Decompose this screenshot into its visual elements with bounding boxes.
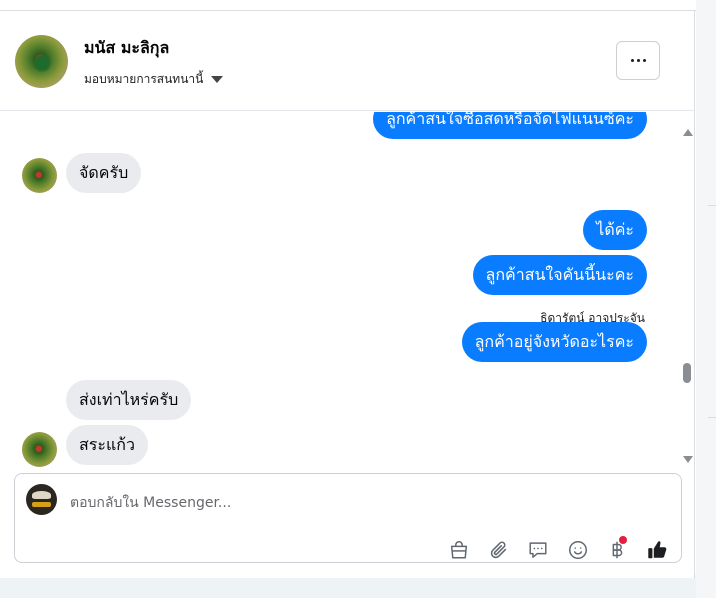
- page: มนัส มะลิกุล มอบหมายการสนทนานี้ ลูกค้าสน…: [0, 0, 716, 598]
- reply-input[interactable]: [70, 492, 630, 514]
- more-dots-icon: [642, 59, 646, 62]
- contact-avatar[interactable]: [15, 35, 68, 88]
- message-bubble-outgoing[interactable]: ลูกค้าอยู่จังหวัดอะไรคะ: [461, 322, 647, 362]
- baht-payment-icon[interactable]: [605, 536, 629, 562]
- message-bubble-outgoing[interactable]: ได้ค่ะ: [583, 210, 647, 250]
- message-thread[interactable]: ลูกค้าสนใจซื้อสดหรือจัดไฟแนนซ์คะ จัดครับ…: [0, 112, 695, 472]
- more-dots-icon: [636, 59, 640, 62]
- edge-divider: [708, 417, 716, 418]
- scroll-down-icon[interactable]: [683, 456, 693, 463]
- scrollbar-thumb[interactable]: [683, 363, 691, 383]
- reply-composer: [14, 473, 682, 563]
- notification-dot: [619, 536, 627, 544]
- message-bubble-outgoing[interactable]: ลูกค้าสนใจซื้อสดหรือจัดไฟแนนซ์คะ: [373, 112, 647, 139]
- right-edge-strip: [696, 0, 716, 598]
- thread-scrollbar[interactable]: [680, 119, 694, 471]
- contact-avatar-small: [22, 158, 57, 193]
- assign-conversation-dropdown[interactable]: มอบหมายการสนทนานี้: [84, 70, 224, 89]
- contact-avatar-small: [22, 432, 57, 467]
- conversation-panel: มนัส มะลิกุล มอบหมายการสนทนานี้ ลูกค้าสน…: [0, 11, 695, 578]
- more-dots-icon: [630, 59, 634, 62]
- message-bubble-incoming[interactable]: สระแก้ว: [66, 425, 148, 465]
- conversation-header: มนัส มะลิกุล มอบหมายการสนทนานี้: [0, 11, 695, 111]
- message-bubble-incoming[interactable]: จัดครับ: [66, 153, 142, 193]
- message-bubble-outgoing[interactable]: ลูกค้าสนใจคันนี้นะคะ: [472, 255, 647, 295]
- shopping-bag-icon[interactable]: [447, 538, 471, 562]
- emoji-icon[interactable]: [566, 538, 590, 562]
- caret-down-icon: [211, 76, 224, 83]
- more-options-button[interactable]: [616, 41, 660, 80]
- scroll-up-icon[interactable]: [683, 129, 693, 136]
- contact-name[interactable]: มนัส มะลิกุล: [84, 36, 169, 61]
- thumbs-up-icon[interactable]: [645, 538, 669, 562]
- message-bubble-incoming[interactable]: ส่งเท่าไหร่ครับ: [66, 380, 192, 420]
- paperclip-icon[interactable]: [487, 538, 511, 562]
- page-avatar: [26, 484, 57, 515]
- assign-conversation-label: มอบหมายการสนทนานี้: [84, 72, 204, 86]
- saved-reply-icon[interactable]: [526, 538, 550, 562]
- edge-divider: [708, 205, 716, 206]
